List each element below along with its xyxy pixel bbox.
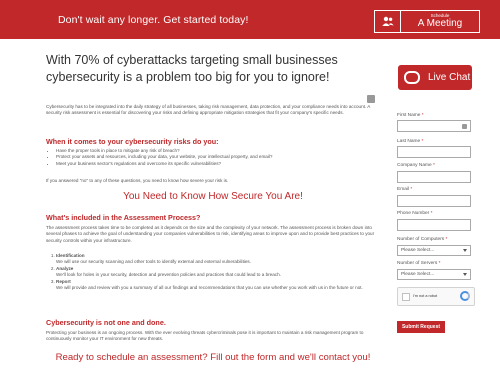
step-title: Report [56, 278, 71, 284]
company-name-label: Company Name * [397, 163, 435, 168]
when-heading: When it comes to your cybersecurity risk… [46, 137, 219, 146]
computers-select[interactable]: Please Select... [397, 245, 471, 256]
step-text: We will use our security scanning and ot… [56, 258, 251, 264]
required-mark: * [445, 237, 448, 242]
required-mark: * [430, 211, 433, 216]
list-item: Meet your business sector's regulations … [56, 161, 380, 167]
required-mark: * [438, 261, 441, 266]
step-text: We'll look for holes in your security, d… [56, 271, 281, 277]
email-label: Email * [397, 187, 412, 192]
first-name-label: First Name * [397, 113, 424, 118]
intro-paragraph: Cybersecurity has to be integrated into … [46, 104, 371, 116]
steps-list: Identification We will use our security … [46, 252, 380, 291]
email-label-text: Email [397, 187, 409, 192]
required-mark: * [433, 163, 435, 168]
required-mark: * [410, 187, 413, 192]
if-no-text: If you answered "no" to any of these que… [46, 178, 229, 183]
bottom-cta: Ready to schedule an assessment? Fill ou… [55, 352, 371, 363]
list-item: Report We will provide and review with y… [56, 279, 380, 292]
banner-cta-text: Don't wait any longer. Get started today… [58, 14, 249, 26]
computers-label: Number of Computers * [397, 237, 447, 242]
user-icon [375, 11, 401, 32]
need-to-know-heading: You Need to Know How Secure You Are! [123, 191, 303, 202]
company-name-label-text: Company Name [397, 163, 432, 168]
step-title: Identification [56, 252, 85, 258]
last-name-label-text: Last Name [397, 139, 421, 144]
included-paragraph: The assessment process takes time to be … [46, 225, 375, 243]
company-name-input[interactable] [397, 171, 471, 183]
servers-label-text: Number of Servers [397, 261, 438, 266]
recaptcha-logo-icon [460, 291, 470, 301]
live-chat-button[interactable]: Live Chat [398, 65, 472, 90]
phone-label-text: Phone Number [397, 211, 430, 216]
chevron-down-icon [463, 249, 467, 252]
live-chat-label: Live Chat [428, 72, 471, 83]
schedule-meeting-label: Schedule A Meeting [401, 11, 479, 32]
captcha-label: I'm not a robot [413, 294, 438, 298]
computers-select-value: Please Select... [401, 248, 435, 253]
email-input[interactable] [397, 195, 471, 207]
list-item: Analyze We'll look for holes in your sec… [56, 266, 380, 279]
phone-label: Phone Number * [397, 211, 432, 216]
chat-bubble-icon [404, 71, 420, 84]
top-banner: Don't wait any longer. Get started today… [0, 0, 500, 39]
recaptcha-widget: I'm not a robot [397, 287, 475, 306]
schedule-meeting-button[interactable]: Schedule A Meeting [374, 10, 480, 33]
last-name-input[interactable] [397, 146, 471, 158]
when-bullets: Have the proper tools in place to mitiga… [46, 148, 380, 167]
computers-label-text: Number of Computers [397, 237, 445, 242]
first-name-input[interactable] [397, 120, 471, 132]
not-one-heading: Cybersecurity is not one and done. [46, 318, 166, 327]
not-one-paragraph: Protecting your business is an ongoing p… [46, 330, 364, 342]
print-icon[interactable] [367, 95, 375, 103]
servers-select[interactable]: Please Select... [397, 269, 471, 280]
step-text: We will provide and review with you a su… [56, 284, 363, 290]
contact-card-icon [462, 124, 467, 129]
servers-select-value: Please Select... [401, 272, 435, 277]
submit-request-button[interactable]: Submit Request [397, 321, 445, 333]
required-mark: * [421, 113, 424, 118]
schedule-big-text: A Meeting [417, 18, 463, 30]
required-mark: * [421, 139, 424, 144]
servers-label: Number of Servers * [397, 261, 440, 266]
list-item: Identification We will use our security … [56, 253, 380, 266]
step-title: Analyze [56, 265, 74, 271]
headline-text: With 70% of cyberattacks targeting small… [46, 53, 338, 84]
phone-input[interactable] [397, 219, 471, 231]
included-heading: What's included in the Assessment Proces… [46, 213, 201, 222]
page-headline: With 70% of cyberattacks targeting small… [46, 52, 380, 86]
first-name-label-text: First Name [397, 113, 421, 118]
chevron-down-icon [463, 273, 467, 276]
last-name-label: Last Name * [397, 139, 423, 144]
captcha-checkbox[interactable] [402, 293, 410, 301]
